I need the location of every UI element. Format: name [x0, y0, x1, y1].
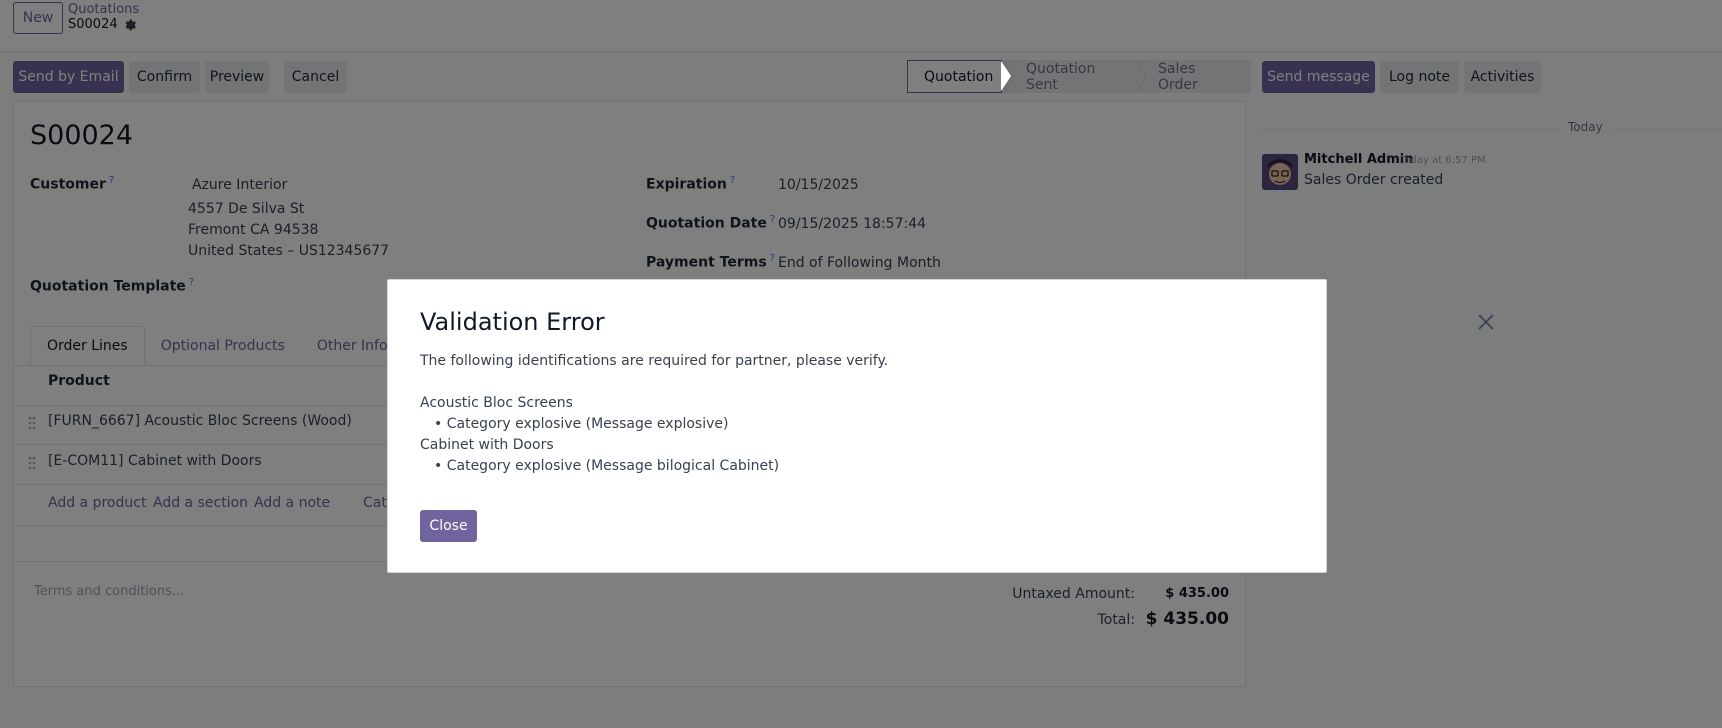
- dialog-intro: The following identifications are requir…: [420, 353, 889, 369]
- close-icon[interactable]: [1476, 312, 1496, 332]
- close-button[interactable]: Close: [420, 510, 477, 542]
- validation-error-dialog: Validation Error The following identific…: [387, 279, 1327, 573]
- dialog-title: Validation Error: [420, 308, 605, 336]
- dialog-issue-1: • Category explosive (Message explosive): [434, 416, 729, 432]
- dialog-issue-2: • Category explosive (Message bilogical …: [434, 458, 780, 474]
- dialog-product-2: Cabinet with Doors: [420, 437, 554, 453]
- dialog-product-1: Acoustic Bloc Screens: [420, 395, 573, 411]
